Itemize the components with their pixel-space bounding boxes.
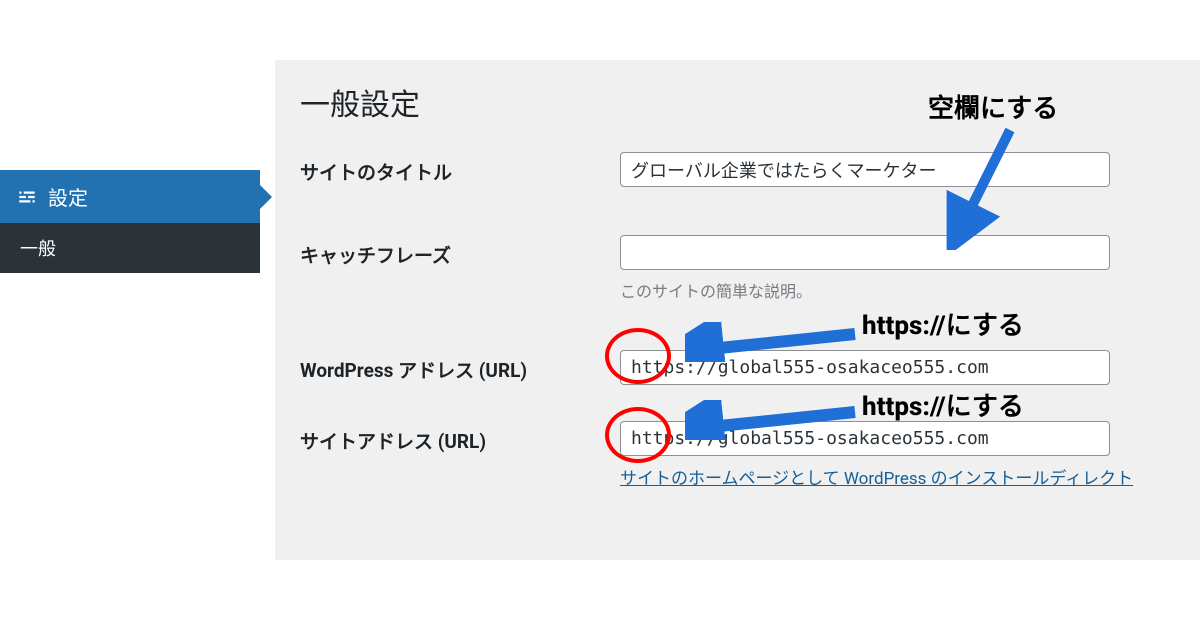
row-site-title: サイトのタイトル [300, 152, 1175, 187]
settings-page: 一般設定 サイトのタイトル キャッチフレーズ このサイトの簡単な説明。 Word… [275, 60, 1200, 560]
input-tagline[interactable] [620, 235, 1110, 270]
label-site-title: サイトのタイトル [300, 152, 620, 185]
settings-icon [16, 186, 38, 208]
page-title: 一般設定 [300, 80, 1175, 124]
sidebar-item-general[interactable]: 一般 [0, 223, 260, 273]
input-site-address[interactable] [620, 421, 1110, 456]
tagline-description: このサイトの簡単な説明。 [620, 278, 1175, 302]
label-site-address: サイトアドレス (URL) [300, 421, 620, 454]
row-wp-address: WordPress アドレス (URL) [300, 350, 1175, 385]
sidebar-item-settings[interactable]: 設定 [0, 170, 260, 223]
label-wp-address: WordPress アドレス (URL) [300, 350, 620, 383]
site-address-help-link[interactable]: サイトのホームページとして WordPress のインストールディレクト [620, 464, 1133, 489]
sidebar-general-label: 一般 [20, 235, 56, 261]
label-tagline: キャッチフレーズ [300, 235, 620, 268]
input-wp-address[interactable] [620, 350, 1110, 385]
row-site-address: サイトアドレス (URL) サイトのホームページとして WordPress のイ… [300, 421, 1175, 489]
admin-sidebar: 設定 一般 [0, 170, 260, 273]
sidebar-settings-label: 設定 [48, 182, 88, 211]
input-site-title[interactable] [620, 152, 1110, 187]
row-tagline: キャッチフレーズ このサイトの簡単な説明。 [300, 235, 1175, 302]
